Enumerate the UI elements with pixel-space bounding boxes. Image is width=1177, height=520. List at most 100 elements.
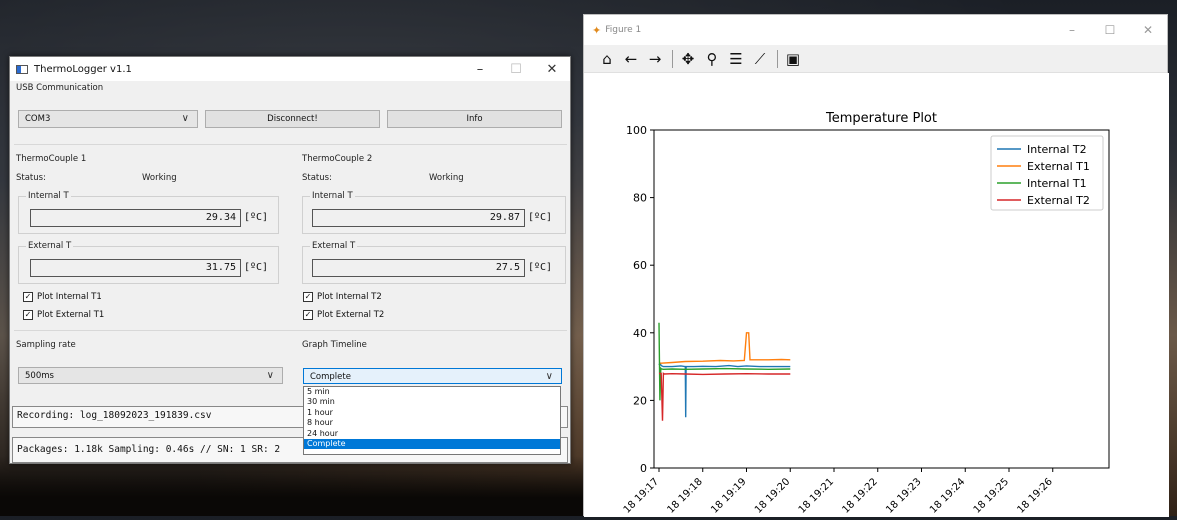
tc2-title: ThermoCouple 2: [302, 154, 373, 164]
y-tick-label: 20: [633, 394, 647, 407]
x-tick-label: 18 19:23: [884, 476, 923, 515]
graph-timeline-label: Graph Timeline: [302, 340, 367, 350]
tc2-external-unit: [ºC]: [528, 262, 553, 273]
tc1-plot-internal-checkbox[interactable]: ✓ Plot Internal T1: [23, 292, 102, 302]
dropdown-option-complete[interactable]: Complete: [304, 438, 560, 450]
figure-window: ✦ Figure 1 – ☐ ✕ ⌂ ← → ✥ ⚲ ☰ ⟋ ▣ Tempera…: [583, 14, 1169, 517]
maximize-icon[interactable]: ☐: [1091, 23, 1129, 37]
x-tick-label: 18 19:26: [1015, 476, 1054, 515]
checkmark-icon: ✓: [23, 310, 33, 320]
close-icon[interactable]: ✕: [534, 62, 570, 77]
dropdown-option-24hour[interactable]: 24 hour: [304, 429, 560, 439]
pan-icon[interactable]: ✥: [677, 48, 699, 70]
info-button[interactable]: Info: [387, 110, 562, 128]
matplotlib-icon: ✦: [592, 23, 602, 37]
usb-section-label: USB Communication: [16, 83, 104, 93]
app-icon: [16, 64, 28, 74]
sampling-rate-value: 500ms: [25, 371, 54, 381]
desktop-silhouette: [0, 456, 590, 516]
tc2-plot-internal-checkbox[interactable]: ✓ Plot Internal T2: [303, 292, 382, 302]
maximize-icon[interactable]: ☐: [498, 62, 534, 77]
dropdown-option-30min[interactable]: 30 min: [304, 397, 560, 407]
sampling-rate-label: Sampling rate: [16, 340, 76, 350]
chevron-down-icon: ∨: [545, 371, 553, 382]
x-tick-label: 18 19:25: [972, 476, 1011, 515]
x-tick-label: 18 19:17: [622, 476, 661, 515]
minimize-icon[interactable]: –: [1053, 23, 1091, 37]
x-tick-label: 18 19:19: [709, 476, 748, 515]
x-tick-label: 18 19:18: [665, 476, 704, 515]
tc2-external-label: External T: [310, 241, 358, 251]
window-title: ThermoLogger v1.1: [34, 63, 132, 75]
tc2-internal-display: 29.87: [312, 209, 525, 227]
tc2-plot-external-checkbox[interactable]: ✓ Plot External T2: [303, 310, 384, 320]
port-select[interactable]: COM3 ∨: [18, 110, 198, 128]
checkbox-label: Plot Internal T2: [317, 292, 382, 302]
legend-label: External T1: [1027, 160, 1090, 173]
divider: [14, 330, 567, 331]
thermologger-titlebar[interactable]: ThermoLogger v1.1 – ☐ ✕: [10, 57, 570, 81]
x-tick-label: 18 19:22: [840, 476, 879, 515]
port-value: COM3: [25, 114, 51, 124]
legend-label: Internal T2: [1027, 143, 1087, 156]
minimize-icon[interactable]: –: [462, 62, 498, 77]
checkbox-label: Plot External T2: [317, 310, 385, 320]
y-tick-label: 100: [626, 124, 647, 137]
graph-timeline-select[interactable]: Complete ∨: [303, 368, 562, 384]
save-icon[interactable]: ▣: [782, 48, 804, 70]
y-tick-label: 80: [633, 192, 647, 205]
graph-timeline-dropdown[interactable]: 5 min 30 min 1 hour 8 hour 24 hour Compl…: [303, 386, 561, 455]
figure-title: Figure 1: [605, 25, 642, 35]
sampling-rate-select[interactable]: 500ms ∨: [18, 367, 283, 384]
tc1-status-value: Working: [142, 173, 177, 183]
chart-title: Temperature Plot: [825, 111, 937, 126]
checkmark-icon: ✓: [303, 310, 313, 320]
dropdown-option-1hour[interactable]: 1 hour: [304, 408, 560, 418]
zoom-icon[interactable]: ⚲: [701, 48, 723, 70]
x-tick-label: 18 19:24: [928, 476, 967, 515]
checkbox-label: Plot External T1: [37, 310, 105, 320]
temperature-chart: Temperature Plot02040608010018 19:17 18 1…: [622, 111, 1110, 516]
home-icon[interactable]: ⌂: [596, 48, 618, 70]
tc2-external-display: 27.5: [312, 259, 525, 277]
y-tick-label: 60: [633, 259, 647, 272]
y-tick-label: 40: [633, 327, 647, 340]
subplots-icon[interactable]: ☰: [725, 48, 747, 70]
close-icon[interactable]: ✕: [1129, 23, 1167, 37]
checkmark-icon: ✓: [303, 292, 313, 302]
toolbar-separator: [777, 49, 778, 68]
tc1-internal-label: Internal T: [26, 191, 71, 201]
toolbar-separator: [672, 49, 673, 68]
series-line-internal-t2: [658, 361, 791, 418]
tc2-internal-unit: [ºC]: [528, 212, 553, 223]
graph-timeline-value: Complete: [310, 372, 351, 382]
disconnect-button[interactable]: Disconnect!: [205, 110, 380, 128]
dropdown-option-5min[interactable]: 5 min: [304, 387, 560, 397]
series-line-external-t2: [659, 372, 791, 421]
tc2-internal-label: Internal T: [310, 191, 355, 201]
chevron-down-icon: ∨: [181, 113, 189, 124]
tc1-status-label: Status:: [16, 173, 46, 183]
x-tick-label: 18 19:21: [797, 476, 836, 515]
forward-arrow-icon[interactable]: →: [644, 48, 666, 70]
tc2-status-value: Working: [429, 173, 464, 183]
tc1-title: ThermoCouple 1: [16, 154, 87, 164]
tc1-internal-unit: [ºC]: [244, 212, 269, 223]
figure-titlebar[interactable]: ✦ Figure 1 – ☐ ✕: [584, 15, 1167, 45]
x-tick-label: 18 19:20: [753, 476, 792, 515]
back-arrow-icon[interactable]: ←: [620, 48, 642, 70]
checkbox-label: Plot Internal T1: [37, 292, 102, 302]
y-tick-label: 0: [640, 462, 647, 475]
legend-label: Internal T1: [1027, 177, 1087, 190]
chevron-down-icon: ∨: [266, 370, 274, 381]
dropdown-option-8hour[interactable]: 8 hour: [304, 418, 560, 428]
tc2-status-label: Status:: [302, 173, 332, 183]
tc1-internal-display: 29.34: [30, 209, 241, 227]
legend-label: External T2: [1027, 194, 1090, 207]
tc1-external-display: 31.75: [30, 259, 241, 277]
edit-axis-icon[interactable]: ⟋: [749, 48, 771, 70]
plot-area: Temperature Plot 0 20 40 60 80 100 18 19:17 18 1…: [584, 73, 1169, 517]
tc1-plot-external-checkbox[interactable]: ✓ Plot External T1: [23, 310, 104, 320]
tc1-external-unit: [ºC]: [244, 262, 269, 273]
figure-toolbar: ⌂ ← → ✥ ⚲ ☰ ⟋ ▣: [584, 45, 1167, 73]
